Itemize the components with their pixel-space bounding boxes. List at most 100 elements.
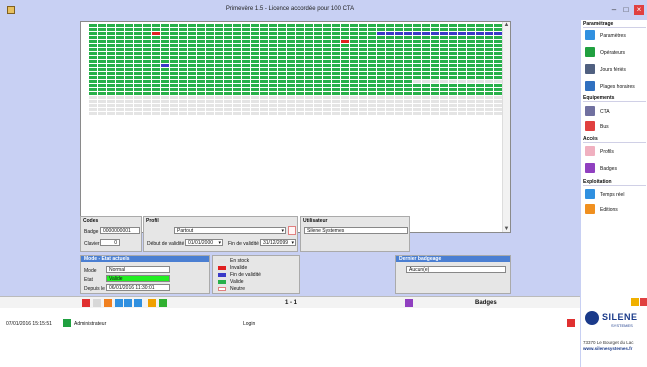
badge-cell[interactable] (494, 80, 502, 83)
badge-cell[interactable] (152, 64, 160, 67)
badge-cell[interactable] (395, 100, 403, 103)
badge-cell[interactable] (449, 108, 457, 111)
badge-cell[interactable] (269, 36, 277, 39)
badge-cell[interactable] (107, 64, 115, 67)
badge-cell[interactable] (116, 88, 124, 91)
badge-cell[interactable] (197, 72, 205, 75)
badge-cell[interactable] (467, 60, 475, 63)
badge-cell[interactable] (197, 48, 205, 51)
badge-cell[interactable] (422, 24, 430, 27)
badge-cell[interactable] (341, 56, 349, 59)
badge-cell[interactable] (269, 112, 277, 115)
badge-cell[interactable] (188, 60, 196, 63)
badge-cell[interactable] (197, 112, 205, 115)
badge-cell[interactable] (332, 32, 340, 35)
badge-cell[interactable] (143, 84, 151, 87)
badge-cell[interactable] (467, 56, 475, 59)
badge-cell[interactable] (359, 108, 367, 111)
badge-cell[interactable] (242, 96, 250, 99)
badge-cell[interactable] (260, 104, 268, 107)
badge-cell[interactable] (269, 40, 277, 43)
badge-cell[interactable] (215, 104, 223, 107)
badge-cell[interactable] (251, 80, 259, 83)
badge-cell[interactable] (377, 112, 385, 115)
badge-cell[interactable] (197, 68, 205, 71)
badge-cell[interactable] (269, 108, 277, 111)
badge-cell[interactable] (296, 44, 304, 47)
badge-cell[interactable] (269, 96, 277, 99)
badge-cell[interactable] (152, 80, 160, 83)
badge-cell[interactable] (107, 36, 115, 39)
badge-cell[interactable] (269, 32, 277, 35)
badge-cell[interactable] (107, 28, 115, 31)
badge-cell[interactable] (413, 88, 421, 91)
badge-cell[interactable] (125, 64, 133, 67)
badge-cell[interactable] (179, 108, 187, 111)
badge-cell[interactable] (242, 28, 250, 31)
badge-cell[interactable] (170, 108, 178, 111)
badge-cell[interactable] (467, 52, 475, 55)
badge-cell[interactable] (233, 60, 241, 63)
badge-cell[interactable] (332, 40, 340, 43)
badge-cell[interactable] (161, 60, 169, 63)
badge-cell[interactable] (494, 56, 502, 59)
badge-cell[interactable] (296, 52, 304, 55)
badge-cell[interactable] (242, 24, 250, 27)
badge-cell[interactable] (260, 40, 268, 43)
badge-cell[interactable] (485, 84, 493, 87)
badge-cell[interactable] (197, 108, 205, 111)
badge-cell[interactable] (449, 48, 457, 51)
badge-cell[interactable] (98, 40, 106, 43)
badge-cell[interactable] (170, 80, 178, 83)
badge-cell[interactable] (449, 52, 457, 55)
badge-cell[interactable] (323, 76, 331, 79)
badge-cell[interactable] (206, 108, 214, 111)
badge-cell[interactable] (296, 40, 304, 43)
badge-cell[interactable] (188, 64, 196, 67)
badge-cell[interactable] (134, 68, 142, 71)
badge-field[interactable]: 0000000001 (100, 227, 140, 234)
badge-cell[interactable] (404, 80, 412, 83)
badge-cell[interactable] (485, 80, 493, 83)
badge-cell[interactable] (449, 24, 457, 27)
badge-cell[interactable] (278, 80, 286, 83)
badge-cell[interactable] (476, 60, 484, 63)
badge-cell[interactable] (224, 48, 232, 51)
maximize-button[interactable]: □ (620, 5, 632, 15)
badge-cell[interactable] (179, 80, 187, 83)
badge-cell[interactable] (314, 40, 322, 43)
badge-cell[interactable] (260, 60, 268, 63)
utilisateur-field[interactable]: Silene Systemes (304, 227, 408, 234)
minimize-button[interactable]: – (608, 5, 620, 15)
badge-cell[interactable] (98, 80, 106, 83)
badge-cell[interactable] (494, 28, 502, 31)
badge-cell[interactable] (260, 32, 268, 35)
badge-cell[interactable] (89, 112, 97, 115)
badge-cell[interactable] (206, 28, 214, 31)
badge-cell[interactable] (314, 88, 322, 91)
badge-cell[interactable] (404, 108, 412, 111)
badge-cell[interactable] (179, 28, 187, 31)
badge-cell[interactable] (116, 32, 124, 35)
badge-cell[interactable] (278, 68, 286, 71)
badge-cell[interactable] (143, 76, 151, 79)
badge-cell[interactable] (422, 80, 430, 83)
export-icon[interactable] (148, 299, 156, 307)
badge-cell[interactable] (98, 92, 106, 95)
profil-select[interactable]: Partout ▾ (174, 227, 286, 234)
badge-cell[interactable] (476, 96, 484, 99)
badge-cell[interactable] (125, 68, 133, 71)
badge-cell[interactable] (188, 36, 196, 39)
badge-cell[interactable] (278, 48, 286, 51)
badge-cell[interactable] (125, 100, 133, 103)
badge-cell[interactable] (98, 68, 106, 71)
badge-cell[interactable] (278, 76, 286, 79)
badge-cell[interactable] (215, 96, 223, 99)
badge-cell[interactable] (350, 52, 358, 55)
badge-cell[interactable] (296, 108, 304, 111)
badge-cell[interactable] (377, 40, 385, 43)
badge-cell[interactable] (107, 96, 115, 99)
badge-cell[interactable] (368, 48, 376, 51)
badge-cell[interactable] (161, 64, 169, 67)
badge-cell[interactable] (251, 24, 259, 27)
